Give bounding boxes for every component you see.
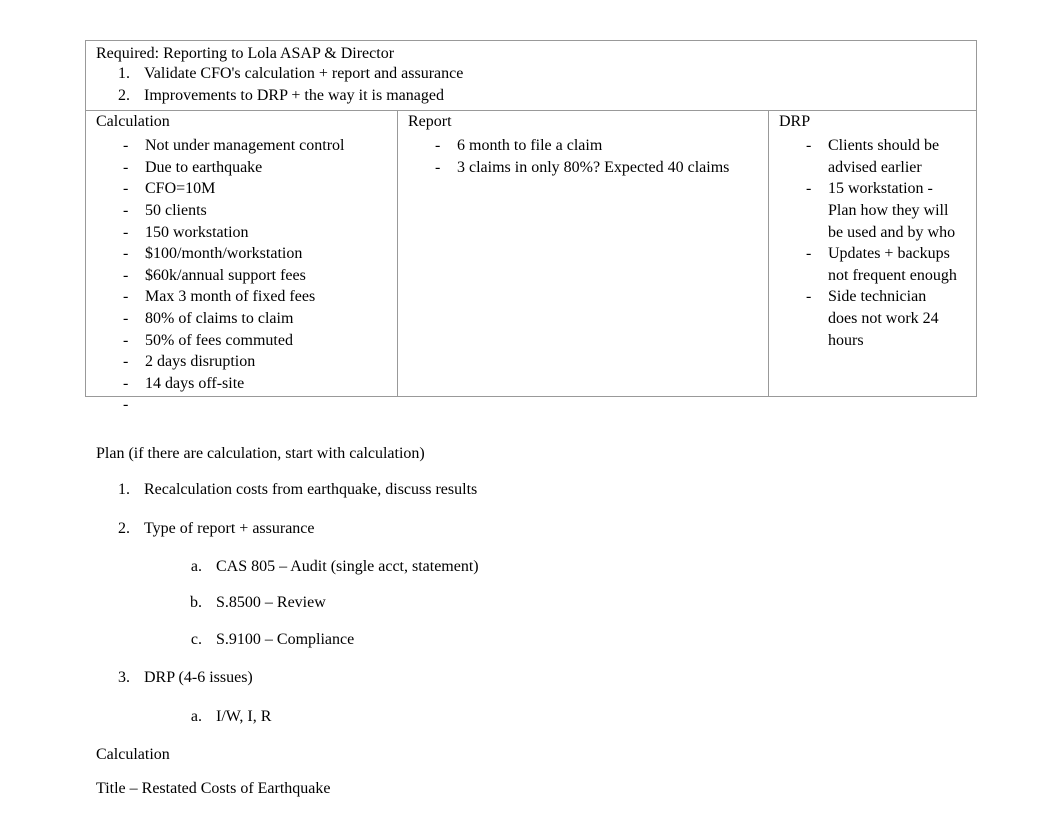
calc-item: Not under management control <box>123 135 387 157</box>
drp-item: Side technician does not work 24 hours <box>806 286 958 351</box>
columns-content-row: Not under management control Due to eart… <box>86 133 976 396</box>
drp-item: Clients should be advised earlier <box>806 135 958 178</box>
plan-subitem: CAS 805 – Audit (single acct, statement) <box>206 556 966 578</box>
plan-item: Recalculation costs from earthquake, dis… <box>134 479 966 501</box>
calculation-cell: Not under management control Due to eart… <box>86 133 398 396</box>
calc-item: CFO=10M <box>123 178 387 200</box>
calc-item: 150 workstation <box>123 222 387 244</box>
report-list: 6 month to file a claim 3 claims in only… <box>408 135 758 178</box>
report-item: 3 claims in only 80%? Expected 40 claims <box>435 157 758 179</box>
drp-cell: Clients should be advised earlier 15 wor… <box>769 133 968 396</box>
required-item: Validate CFO's calculation + report and … <box>134 63 966 85</box>
required-item: Improvements to DRP + the way it is mana… <box>134 85 966 107</box>
plan-item-text: DRP (4-6 issues) <box>144 669 253 686</box>
calc-item: 2 days disruption <box>123 351 387 373</box>
required-title: Required: Reporting to Lola ASAP & Direc… <box>96 45 966 63</box>
drp-item: Updates + backups not frequent enough <box>806 243 958 286</box>
calculation-heading: Calculation <box>96 746 966 764</box>
required-section: Required: Reporting to Lola ASAP & Direc… <box>86 41 976 111</box>
calculation-title-line: Title – Restated Costs of Earthquake <box>96 780 966 798</box>
report-header: Report <box>398 111 769 133</box>
drp-list: Clients should be advised earlier 15 wor… <box>779 135 958 351</box>
plan-sublist: I/W, I, R <box>144 706 966 728</box>
drp-header: DRP <box>769 111 968 133</box>
plan-subitem: I/W, I, R <box>206 706 966 728</box>
calc-item: Max 3 month of fixed fees <box>123 286 387 308</box>
plan-title: Plan (if there are calculation, start wi… <box>96 445 966 463</box>
plan-item-text: Recalculation costs from earthquake, dis… <box>144 481 477 498</box>
calc-item: 50 clients <box>123 200 387 222</box>
calculation-section: Calculation Title – Restated Costs of Ea… <box>96 746 966 798</box>
plan-subitem: S.9100 – Compliance <box>206 629 966 651</box>
calc-item: 50% of fees commuted <box>123 330 387 352</box>
drp-item: 15 workstation - Plan how they will be u… <box>806 178 958 243</box>
plan-subitem: S.8500 – Review <box>206 592 966 614</box>
plan-section: Plan (if there are calculation, start wi… <box>96 445 966 728</box>
report-cell: 6 month to file a claim 3 claims in only… <box>398 133 769 396</box>
calc-item: $60k/annual support fees <box>123 265 387 287</box>
plan-list: Recalculation costs from earthquake, dis… <box>96 479 966 728</box>
report-item: 6 month to file a claim <box>435 135 758 157</box>
plan-item: Type of report + assurance CAS 805 – Aud… <box>134 518 966 652</box>
plan-item: DRP (4-6 issues) I/W, I, R <box>134 667 966 728</box>
calc-item: 14 days off-site <box>123 373 387 395</box>
calculation-list: Not under management control Due to eart… <box>96 135 387 394</box>
calc-item: 80% of claims to claim <box>123 308 387 330</box>
required-list: Validate CFO's calculation + report and … <box>96 63 966 106</box>
plan-sublist: CAS 805 – Audit (single acct, statement)… <box>144 556 966 651</box>
calc-item: Due to earthquake <box>123 157 387 179</box>
plan-item-text: Type of report + assurance <box>144 520 315 537</box>
calculation-header: Calculation <box>86 111 398 133</box>
columns-header-row: Calculation Report DRP <box>86 111 976 133</box>
summary-table: Required: Reporting to Lola ASAP & Direc… <box>85 40 977 397</box>
calc-item: $100/month/workstation <box>123 243 387 265</box>
